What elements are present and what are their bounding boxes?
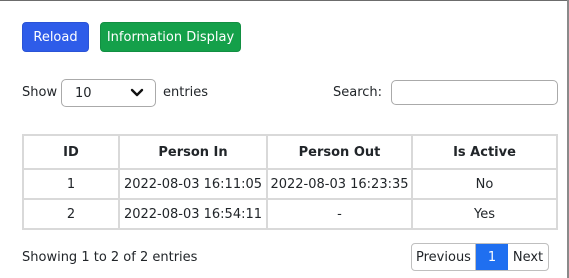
cell-is-active: No <box>411 168 558 200</box>
table-header-row: ID Person In Person Out Is Active <box>22 134 558 170</box>
table-row: 1 2022-08-03 16:11:05 2022-08-03 16:23:3… <box>22 168 558 200</box>
pagination-next-button[interactable]: Next <box>508 244 548 270</box>
chevron-down-icon <box>130 88 144 97</box>
column-header-id[interactable]: ID <box>22 134 120 170</box>
column-header-is-active[interactable]: Is Active <box>411 134 558 170</box>
cell-person-out: 2022-08-03 16:23:35 <box>266 168 413 200</box>
cell-id: 1 <box>22 168 120 200</box>
pagination-previous-button[interactable]: Previous <box>412 244 476 270</box>
cell-person-in: 2022-08-03 16:11:05 <box>118 168 268 200</box>
reload-button[interactable]: Reload <box>22 22 89 52</box>
data-table: ID Person In Person Out Is Active 1 2022… <box>22 134 558 230</box>
column-header-person-in[interactable]: Person In <box>118 134 268 170</box>
entries-length-select[interactable]: 10 <box>61 79 156 107</box>
pagination: Previous 1 Next <box>411 243 549 271</box>
cell-person-in: 2022-08-03 16:54:11 <box>118 198 268 230</box>
frame-border-top <box>0 0 569 1</box>
length-entries-label: entries <box>163 85 209 100</box>
table-info-text: Showing 1 to 2 of 2 entries <box>22 250 198 265</box>
search-input[interactable] <box>391 80 558 105</box>
table-row: 2 2022-08-03 16:54:11 - Yes <box>22 198 558 230</box>
length-show-label: Show <box>22 85 58 100</box>
cell-person-out: - <box>266 198 413 230</box>
search-label: Search: <box>333 85 383 100</box>
length-select-value: 10 <box>75 85 92 101</box>
information-display-button[interactable]: Information Display <box>100 22 241 52</box>
cell-is-active: Yes <box>411 198 558 230</box>
column-header-person-out[interactable]: Person Out <box>266 134 413 170</box>
cell-id: 2 <box>22 198 120 230</box>
pagination-page-1-button[interactable]: 1 <box>476 244 508 270</box>
